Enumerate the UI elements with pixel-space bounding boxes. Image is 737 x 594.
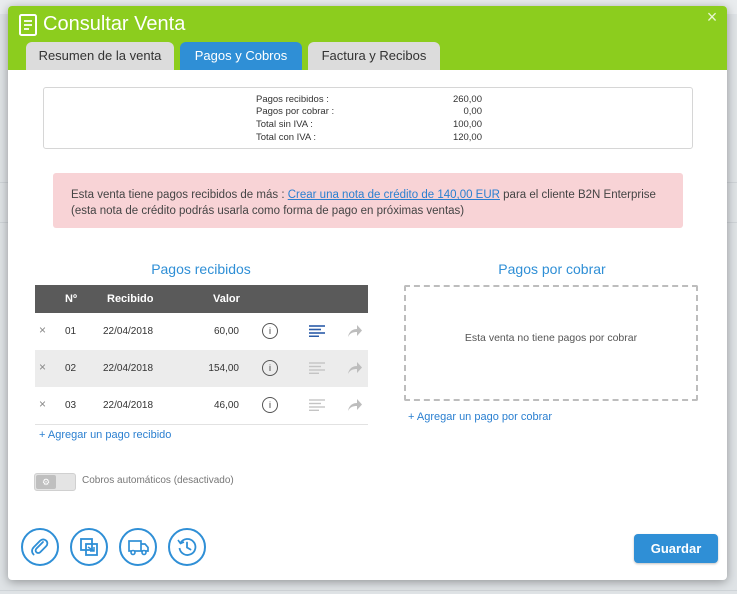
attach-button[interactable] (21, 528, 59, 566)
paperclip-icon (31, 538, 49, 556)
dialog-header: Consultar Venta × Resumen de la venta Pa… (8, 6, 727, 70)
auto-collect-label: Cobros automáticos (desactivado) (82, 475, 234, 486)
info-icon[interactable]: i (262, 360, 278, 376)
history-icon (177, 538, 197, 556)
summary-label: Pagos por cobrar : (256, 106, 335, 117)
tab-resumen-venta[interactable]: Resumen de la venta (26, 42, 174, 70)
summary-row: Total con IVA : 120,00 (256, 132, 482, 144)
alert-text: para el cliente B2N Enterprise (499, 189, 656, 201)
add-received-payment-link[interactable]: + Agregar un pago recibido (39, 429, 171, 441)
summary-row: Pagos por cobrar : 0,00 (256, 106, 482, 118)
close-icon[interactable]: × (703, 8, 721, 26)
forward-arrow-icon[interactable] (347, 324, 363, 338)
table-row: × 03 22/04/2018 46,00 i (35, 387, 368, 424)
info-icon[interactable]: i (262, 397, 278, 413)
alert-text: Esta venta tiene pagos recibidos de más … (71, 189, 288, 201)
payment-date: 22/04/2018 (103, 363, 154, 374)
tab-pagos-cobros[interactable]: Pagos y Cobros (180, 42, 302, 70)
payment-summary: Pagos recibidos : 260,00 Pagos por cobra… (43, 87, 693, 149)
tab-factura-recibos[interactable]: Factura y Recibos (308, 42, 440, 70)
payment-value: 154,00 (208, 363, 239, 374)
add-pending-payment-link[interactable]: + Agregar un pago por cobrar (408, 411, 552, 423)
payment-value: 46,00 (213, 400, 239, 411)
history-button[interactable] (168, 528, 206, 566)
summary-label: Total sin IVA : (256, 119, 313, 130)
create-credit-note-link[interactable]: Crear una nota de crédito de 140,00 EUR (288, 189, 500, 201)
header-num: Nº (65, 293, 77, 305)
delivery-button[interactable] (119, 528, 157, 566)
overpayment-alert: Esta venta tiene pagos recibidos de más … (53, 173, 683, 228)
payment-value: 60,00 (213, 326, 239, 337)
summary-value: 260,00 (452, 94, 482, 105)
alert-line-2: (esta nota de crédito podrás usarla como… (71, 205, 465, 217)
table-row: × 01 22/04/2018 60,00 i (35, 313, 368, 350)
summary-value: 0,00 (463, 106, 483, 117)
delete-payment-icon[interactable]: × (39, 397, 46, 411)
dialog-title: Consultar Venta (43, 13, 186, 35)
delete-payment-icon[interactable]: × (39, 360, 46, 374)
forward-arrow-icon[interactable] (347, 398, 363, 412)
summary-row: Total sin IVA : 100,00 (256, 119, 482, 131)
consultar-venta-dialog: Consultar Venta × Resumen de la venta Pa… (8, 6, 727, 580)
table-header: Nº Recibido Valor (35, 285, 368, 313)
summary-row: Pagos recibidos : 260,00 (256, 94, 482, 106)
payment-number: 03 (65, 400, 77, 411)
summary-value: 120,00 (452, 132, 482, 143)
table-bottom-border (35, 424, 368, 425)
received-payments-title: Pagos recibidos (151, 261, 251, 277)
empty-state-text: Esta venta no tiene pagos por cobrar (464, 332, 638, 344)
toggle-knob-gear-icon: ⚙ (36, 475, 56, 489)
save-button[interactable]: Guardar (634, 534, 718, 563)
summary-label: Pagos recibidos : (256, 94, 329, 105)
pending-payments-empty-box: Esta venta no tiene pagos por cobrar (404, 285, 698, 401)
payment-number: 01 (65, 326, 77, 337)
alert-line-1: Esta venta tiene pagos recibidos de más … (71, 187, 656, 203)
document-icon (19, 14, 37, 36)
payment-date: 22/04/2018 (103, 400, 154, 411)
delete-payment-icon[interactable]: × (39, 323, 46, 337)
auto-collect-toggle[interactable]: ⚙ (34, 473, 76, 491)
header-value: Valor (213, 293, 240, 305)
pending-payments-title: Pagos por cobrar (498, 261, 606, 277)
header-date: Recibido (107, 293, 154, 305)
payment-number: 02 (65, 363, 77, 374)
summary-label: Total con IVA : (256, 132, 317, 143)
receipt-lines-icon[interactable] (309, 362, 325, 374)
truck-icon (128, 540, 149, 556)
duplicate-button[interactable] (70, 528, 108, 566)
receipt-lines-icon[interactable] (309, 399, 325, 411)
info-icon[interactable]: i (262, 323, 278, 339)
duplicate-icon (80, 538, 98, 556)
receipt-lines-icon[interactable] (309, 325, 325, 337)
summary-value: 100,00 (452, 119, 482, 130)
payment-date: 22/04/2018 (103, 326, 154, 337)
table-row: × 02 22/04/2018 154,00 i (35, 350, 368, 387)
background-divider (0, 590, 737, 591)
forward-arrow-icon[interactable] (347, 361, 363, 375)
